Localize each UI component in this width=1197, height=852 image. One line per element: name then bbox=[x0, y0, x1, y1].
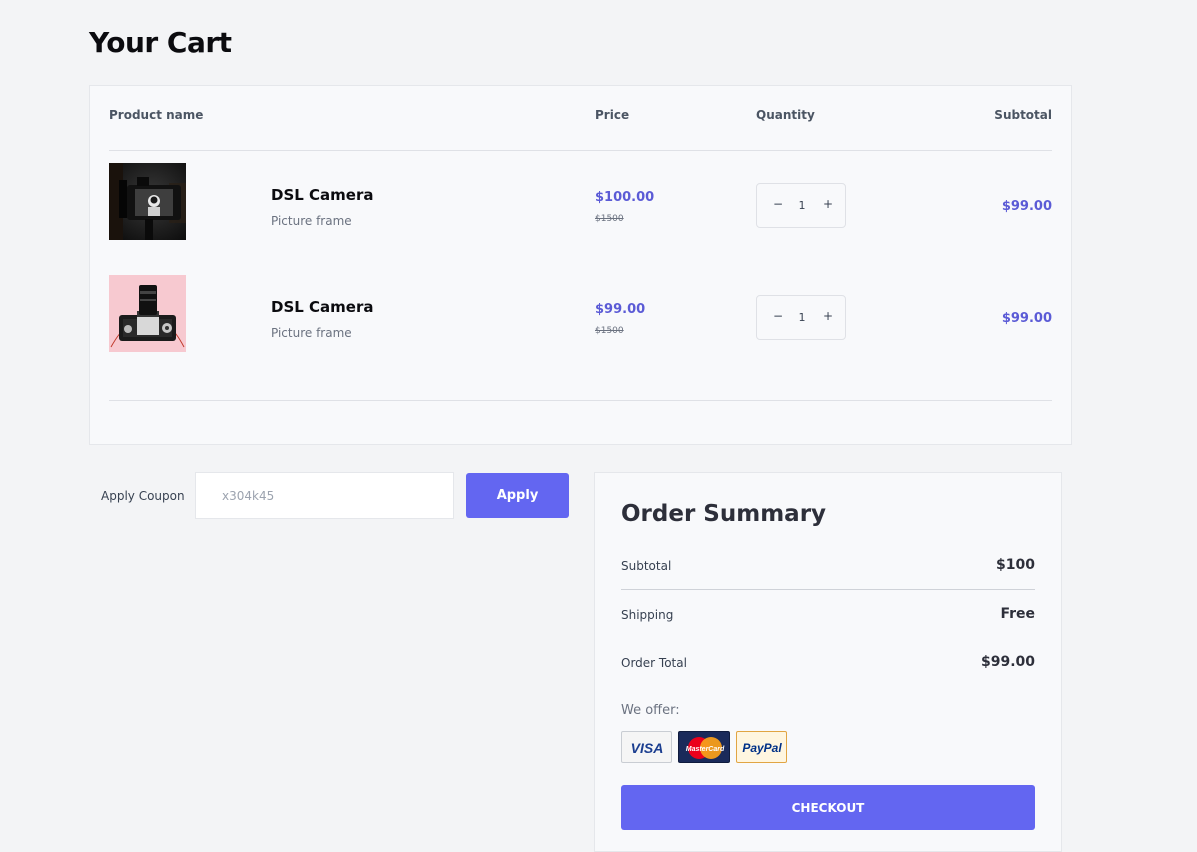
we-offer-label: We offer: bbox=[621, 703, 680, 718]
mastercard-icon: MasterCard bbox=[678, 731, 730, 763]
coupon-label: Apply Coupon bbox=[101, 489, 185, 503]
camera-back-photo-icon bbox=[109, 163, 186, 240]
checkout-button[interactable]: CHECKOUT bbox=[621, 785, 1035, 830]
minus-icon[interactable]: − bbox=[773, 197, 783, 211]
mastercard-logo-text: MasterCard bbox=[686, 746, 725, 753]
quantity-value[interactable]: 1 bbox=[797, 311, 807, 324]
product-image[interactable] bbox=[109, 163, 186, 240]
header-subtotal: Subtotal bbox=[994, 108, 1052, 122]
table-row: DSL Camera Picture frame $100.00 $1500 −… bbox=[90, 163, 1071, 241]
order-summary: Order Summary Subtotal $100 Shipping Fre… bbox=[594, 472, 1062, 852]
camera-front-photo-icon bbox=[109, 275, 186, 352]
plus-icon[interactable]: + bbox=[823, 197, 833, 211]
table-divider bbox=[109, 400, 1052, 401]
table-row: DSL Camera Picture frame $99.00 $1500 − … bbox=[90, 275, 1071, 353]
table-divider bbox=[109, 150, 1052, 151]
paypal-icon: PayPal bbox=[736, 731, 787, 763]
header-product-name: Product name bbox=[109, 108, 204, 122]
row-subtotal: $99.00 bbox=[1001, 311, 1052, 326]
product-price: $99.00 bbox=[595, 302, 646, 317]
product-name[interactable]: DSL Camera bbox=[271, 186, 374, 204]
product-image[interactable] bbox=[109, 275, 186, 352]
quantity-stepper: − 1 + bbox=[756, 295, 846, 340]
summary-divider bbox=[621, 589, 1035, 590]
product-old-price: $1500 bbox=[595, 326, 624, 336]
shipping-label: Shipping bbox=[621, 608, 674, 622]
visa-icon: VISA bbox=[621, 731, 672, 763]
order-total-label: Order Total bbox=[621, 656, 687, 670]
subtotal-label: Subtotal bbox=[621, 559, 672, 573]
product-description: Picture frame bbox=[271, 326, 352, 340]
product-price: $100.00 bbox=[595, 190, 655, 205]
cart-table: Product name Price Quantity Subtotal DSL… bbox=[89, 85, 1072, 445]
header-price: Price bbox=[595, 108, 630, 122]
paypal-logo-text: PayPal bbox=[742, 741, 782, 755]
plus-icon[interactable]: + bbox=[823, 309, 833, 323]
apply-coupon-button[interactable]: Apply bbox=[466, 473, 569, 518]
order-total-value: $99.00 bbox=[980, 654, 1035, 670]
summary-title: Order Summary bbox=[621, 501, 827, 527]
header-quantity: Quantity bbox=[756, 108, 815, 122]
row-subtotal: $99.00 bbox=[1001, 199, 1052, 214]
page-title: Your Cart bbox=[89, 26, 232, 59]
quantity-stepper: − 1 + bbox=[756, 183, 846, 228]
product-old-price: $1500 bbox=[595, 214, 624, 224]
quantity-value[interactable]: 1 bbox=[797, 199, 807, 212]
product-description: Picture frame bbox=[271, 214, 352, 228]
coupon-input[interactable] bbox=[195, 472, 454, 519]
product-name[interactable]: DSL Camera bbox=[271, 298, 374, 316]
shipping-value: Free bbox=[1000, 606, 1035, 622]
minus-icon[interactable]: − bbox=[773, 309, 783, 323]
visa-logo-text: VISA bbox=[631, 740, 664, 756]
subtotal-value: $100 bbox=[996, 557, 1035, 573]
